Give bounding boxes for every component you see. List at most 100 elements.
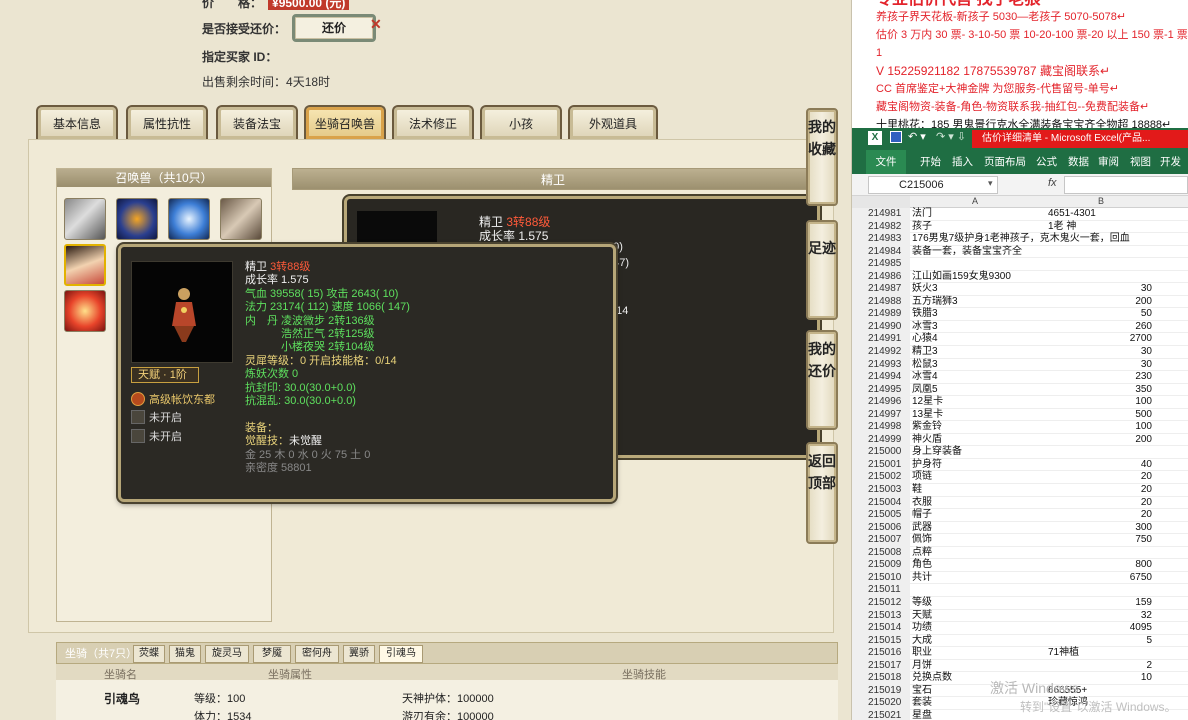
ribbon-tab[interactable]: 公式 xyxy=(1036,150,1057,174)
cell-b[interactable]: 200 xyxy=(1046,296,1156,309)
cell-b[interactable]: 30 xyxy=(1046,359,1156,372)
redo-icon[interactable]: ↷ ▾ ⇩ xyxy=(936,130,966,143)
table-row[interactable]: 214996 12星卡 100 xyxy=(852,396,1188,409)
table-row[interactable]: 214992 精卫3 30 xyxy=(852,346,1188,359)
table-row[interactable]: 215007 佩饰 750 xyxy=(852,534,1188,547)
ribbon-tab[interactable]: 数据 xyxy=(1068,150,1089,174)
row-number[interactable]: 214992 xyxy=(852,346,910,359)
row-number[interactable]: 214999 xyxy=(852,433,910,447)
cell-b[interactable]: 100 xyxy=(1046,421,1156,434)
cell-a[interactable]: 衣服 xyxy=(912,497,1046,510)
cell-b[interactable]: 260 xyxy=(1046,321,1156,334)
pet-thumbnail-selected[interactable] xyxy=(64,244,106,286)
table-row[interactable]: 214981 法门 4651-4301 xyxy=(852,208,1188,221)
table-row[interactable]: 214993 松鼠3 30 xyxy=(852,358,1188,372)
row-number[interactable]: 214994 xyxy=(852,371,910,384)
cell-a[interactable]: 功绩 xyxy=(912,622,1046,635)
cell-a[interactable]: 大成 xyxy=(912,635,1046,648)
cell-a[interactable]: 冰雪4 xyxy=(912,371,1046,384)
table-row[interactable]: 215010 共计 6750 xyxy=(852,571,1188,585)
row-number[interactable]: 215006 xyxy=(852,521,910,535)
row-number[interactable]: 215015 xyxy=(852,634,910,648)
cell-b[interactable]: 20 xyxy=(1046,471,1156,484)
cell-a[interactable]: 冰雪3 xyxy=(912,321,1046,334)
tab-mount-active[interactable]: 引魂鸟 xyxy=(379,645,423,663)
cell-b[interactable]: 4651-4301 xyxy=(1046,208,1156,221)
table-row[interactable]: 214990 冰雪3 260 xyxy=(852,320,1188,334)
cell-b[interactable]: 100 xyxy=(1046,396,1156,409)
tab-mount[interactable]: 翼骄 xyxy=(343,645,375,663)
row-number[interactable]: 215021 xyxy=(852,709,910,720)
cell-b[interactable]: 159 xyxy=(1046,597,1156,610)
row-number[interactable]: 215003 xyxy=(852,484,910,497)
cell-a[interactable]: 凤凰5 xyxy=(912,384,1046,397)
table-row[interactable]: 214985 xyxy=(852,258,1188,271)
cell-b[interactable]: 6750 xyxy=(1046,572,1156,585)
row-number[interactable]: 214982 xyxy=(852,220,910,234)
ribbon-tab[interactable]: 开发工 xyxy=(1160,150,1188,192)
cell-a[interactable]: 点粹 xyxy=(912,547,1046,560)
pet-thumbnail[interactable] xyxy=(168,198,210,240)
table-row[interactable]: 214995 凤凰5 350 xyxy=(852,383,1188,397)
cell-a[interactable]: 孩子 xyxy=(912,221,1046,234)
cell-b[interactable]: 1老 神 xyxy=(1046,221,1156,234)
table-row[interactable]: 214988 五方瑞狮3 200 xyxy=(852,295,1188,309)
row-number[interactable]: 214989 xyxy=(852,308,910,321)
table-row[interactable]: 215001 护身符 40 xyxy=(852,458,1188,472)
formula-input[interactable] xyxy=(1064,176,1188,194)
cell-a[interactable]: 角色 xyxy=(912,559,1046,572)
table-row[interactable]: 214999 神火盾 200 xyxy=(852,433,1188,447)
cell-b[interactable]: 30 xyxy=(1046,346,1156,359)
cell-b[interactable]: 20 xyxy=(1046,509,1156,522)
cell-a[interactable]: 天赋 xyxy=(912,610,1046,623)
row-number[interactable]: 214986 xyxy=(852,270,910,284)
my-favorites-button[interactable]: 我的收藏 xyxy=(806,108,838,206)
pet-thumbnail[interactable] xyxy=(220,198,262,240)
cell-a[interactable]: 精卫3 xyxy=(912,346,1046,359)
row-number[interactable]: 215019 xyxy=(852,684,910,698)
table-row[interactable]: 214987 妖火3 30 xyxy=(852,283,1188,296)
tab-spell-fix[interactable]: 法术修正 xyxy=(392,105,474,139)
row-number[interactable]: 215010 xyxy=(852,571,910,585)
cell-b[interactable]: 300 xyxy=(1046,522,1156,535)
table-row[interactable]: 214994 冰雪4 230 xyxy=(852,371,1188,384)
tab-mounts-pets[interactable]: 坐骑召唤兽 xyxy=(304,105,386,139)
cell-a[interactable]: 松鼠3 xyxy=(912,359,1046,372)
cell-b[interactable]: 32 xyxy=(1046,610,1156,623)
cell-b[interactable]: 200 xyxy=(1046,434,1156,447)
table-row[interactable]: 215012 等级 159 xyxy=(852,596,1188,610)
tab-mount[interactable]: 荧蝶 xyxy=(133,645,165,663)
table-row[interactable]: 215014 功绩 4095 xyxy=(852,622,1188,635)
row-number[interactable]: 214988 xyxy=(852,295,910,309)
row-number[interactable]: 215007 xyxy=(852,534,910,547)
row-number[interactable]: 215008 xyxy=(852,546,910,560)
table-row[interactable]: 215006 武器 300 xyxy=(852,521,1188,535)
table-row[interactable]: 215004 衣服 20 xyxy=(852,496,1188,510)
name-box[interactable]: C215006 xyxy=(868,176,998,194)
tab-basic-info[interactable]: 基本信息 xyxy=(36,105,118,139)
my-counter-offers-button[interactable]: 我的还价 xyxy=(806,330,838,430)
cell-b[interactable]: 2700 xyxy=(1046,333,1156,346)
tab-equipment[interactable]: 装备法宝 xyxy=(216,105,298,139)
back-to-top-button[interactable]: 返回顶部 xyxy=(806,442,838,544)
table-row[interactable]: 214983 176男鬼7级护身1老神孩子，克木鬼火一套，回血 xyxy=(852,233,1188,246)
cell-a[interactable]: 五方瑞狮3 xyxy=(912,296,1046,309)
row-number[interactable]: 214991 xyxy=(852,333,910,347)
table-row[interactable]: 214989 铁腊3 50 xyxy=(852,308,1188,321)
ribbon-tab[interactable]: 页面布局 xyxy=(984,150,1026,174)
cell-b[interactable]: 750 xyxy=(1046,534,1156,547)
table-row[interactable]: 215015 大成 5 xyxy=(852,634,1188,648)
table-row[interactable]: 215016 职业 71神植 xyxy=(852,647,1188,660)
cell-b[interactable]: 30 xyxy=(1046,283,1156,296)
cell-a[interactable]: 护身符 xyxy=(912,459,1046,472)
chevron-down-icon[interactable]: ▾ xyxy=(988,178,993,189)
cell-a[interactable]: 帽子 xyxy=(912,509,1046,522)
table-row[interactable]: 215005 帽子 20 xyxy=(852,509,1188,522)
row-number[interactable]: 215014 xyxy=(852,622,910,635)
row-number[interactable]: 214985 xyxy=(852,258,910,271)
table-row[interactable]: 215002 项链 20 xyxy=(852,471,1188,485)
cell-b[interactable]: 50 xyxy=(1046,308,1156,321)
cell-a[interactable]: 神火盾 xyxy=(912,434,1046,447)
row-number[interactable]: 214993 xyxy=(852,358,910,372)
cell-a[interactable]: 职业 xyxy=(912,647,1046,660)
